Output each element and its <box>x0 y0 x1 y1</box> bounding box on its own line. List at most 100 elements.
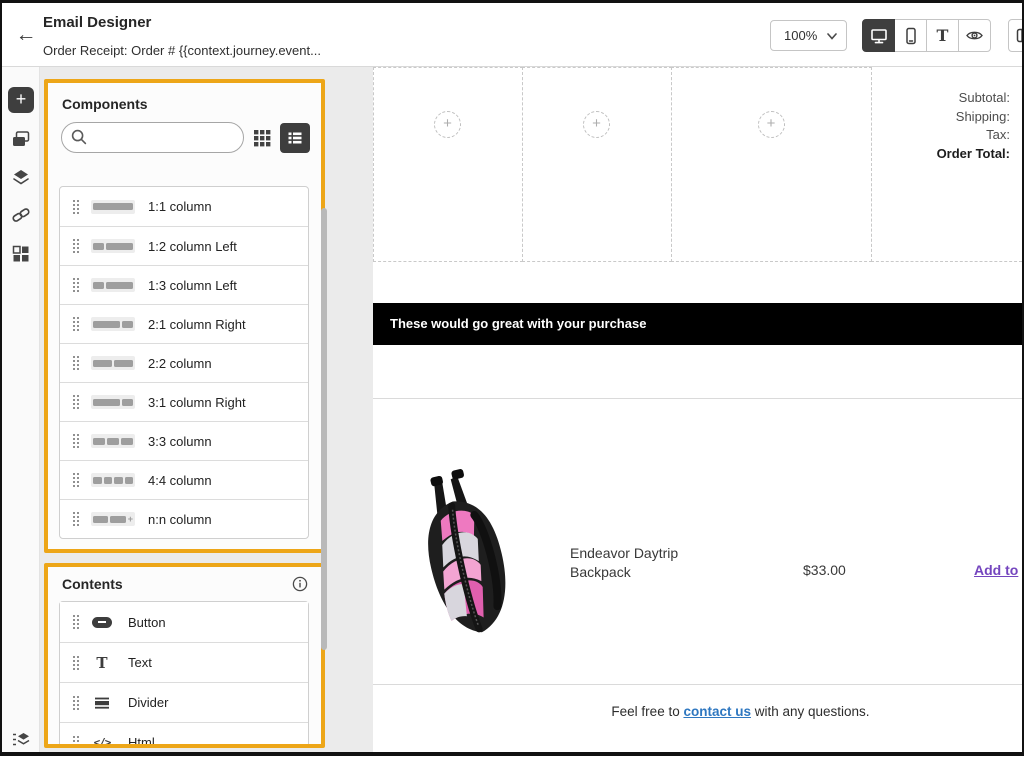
page-title: Email Designer <box>43 14 151 31</box>
drag-handle-icon[interactable] <box>73 696 80 710</box>
component-search <box>61 122 244 153</box>
info-icon[interactable] <box>292 576 308 592</box>
monitor-icon <box>870 27 888 45</box>
contents-panel: Contents Button Text <box>44 563 325 748</box>
order-total-label: Order Total: <box>937 145 1010 164</box>
structure-tree-icon[interactable] <box>11 730 31 750</box>
footer-text: Feel free to contact us with any questio… <box>373 704 1022 719</box>
component-label: 1:3 column Left <box>148 278 237 293</box>
mobile-preview-button[interactable] <box>894 19 927 52</box>
email-canvas: Subtotal: Shipping: Tax: Order Total: Th… <box>373 67 1022 752</box>
component-item-2-1-column-right[interactable]: 2:1 column Right <box>60 304 308 343</box>
column-preview-icon <box>91 434 135 448</box>
content-item-button[interactable]: Button <box>60 602 308 642</box>
layers-icon[interactable] <box>11 167 31 187</box>
column-preview-icon <box>91 317 135 331</box>
column-preview-icon <box>91 473 135 487</box>
drag-handle-icon[interactable] <box>73 434 80 448</box>
left-panel-area: Components 1:1 column 1:2 column Left <box>40 67 373 752</box>
components-list: 1:1 column 1:2 column Left 1:3 column Le… <box>59 186 309 539</box>
drag-handle-icon[interactable] <box>73 512 80 526</box>
component-label: 1:2 column Left <box>148 239 237 254</box>
content-label: Button <box>128 615 166 630</box>
drag-handle-icon[interactable] <box>73 317 80 331</box>
promo-banner[interactable]: These would go great with your purchase <box>373 303 1022 345</box>
zoom-level-value: 100% <box>784 28 817 43</box>
add-to-cart-link[interactable]: Add to <box>974 562 1018 578</box>
footer-prefix: Feel free to <box>611 704 683 719</box>
product-name: Endeavor Daytrip Backpack <box>570 544 740 582</box>
product-price: $33.00 <box>803 562 846 578</box>
preview-mode-group <box>862 19 991 52</box>
component-item-1-2-column-left[interactable]: 1:2 column Left <box>60 226 308 265</box>
component-item-1-1-column[interactable]: 1:1 column <box>60 187 308 226</box>
shipping-label: Shipping: <box>937 108 1010 127</box>
content-item-divider[interactable]: Divider <box>60 682 308 722</box>
add-fragment-icon[interactable] <box>434 111 461 138</box>
component-item-3-1-column-right[interactable]: 3:1 column Right <box>60 382 308 421</box>
contact-us-link[interactable]: contact us <box>683 704 751 719</box>
frame-border <box>0 0 2 756</box>
placeholder-cell[interactable] <box>671 67 872 262</box>
drag-handle-icon[interactable] <box>73 278 80 292</box>
phone-icon <box>902 27 920 45</box>
content-item-html[interactable]: Html <box>60 722 308 748</box>
preview-button[interactable] <box>958 19 991 52</box>
text-icon <box>937 26 949 46</box>
text-version-button[interactable] <box>926 19 959 52</box>
drag-handle-icon[interactable] <box>73 356 80 370</box>
column-preview-icon: + <box>91 512 135 526</box>
component-item-1-3-column-left[interactable]: 1:3 column Left <box>60 265 308 304</box>
html-icon <box>89 736 115 748</box>
product-image[interactable] <box>418 464 515 647</box>
section-divider <box>373 398 1022 399</box>
section-divider <box>373 684 1022 685</box>
drag-handle-icon[interactable] <box>73 200 80 214</box>
left-icon-rail <box>2 67 40 752</box>
assets-icon[interactable] <box>11 129 31 149</box>
list-view-icon <box>286 129 304 147</box>
components-panel-title: Components <box>62 96 148 112</box>
panel-scrollbar[interactable] <box>321 208 327 650</box>
drag-handle-icon[interactable] <box>73 239 80 253</box>
add-fragment-icon[interactable] <box>758 111 785 138</box>
component-search-input[interactable] <box>61 122 244 153</box>
column-preview-icon <box>91 395 135 409</box>
content-blocks-icon[interactable] <box>11 244 31 264</box>
contents-panel-title: Contents <box>62 576 123 592</box>
component-label: 3:1 column Right <box>148 395 246 410</box>
link-icon[interactable] <box>11 205 31 225</box>
order-totals-cell[interactable]: Subtotal: Shipping: Tax: Order Total: <box>871 67 1022 262</box>
desktop-preview-button[interactable] <box>862 19 895 52</box>
chevron-down-icon <box>827 33 837 40</box>
component-item-2-2-column[interactable]: 2:2 column <box>60 343 308 382</box>
contents-list: Button Text Divider Html <box>59 601 309 748</box>
text-icon <box>89 654 115 672</box>
list-view-button[interactable] <box>280 123 310 153</box>
zoom-level-select[interactable]: 100% <box>770 20 847 51</box>
placeholder-cell[interactable] <box>373 67 523 262</box>
email-designer-window: Email Designer Order Receipt: Order # {{… <box>0 0 1024 765</box>
drag-handle-icon[interactable] <box>73 395 80 409</box>
drag-handle-icon[interactable] <box>73 473 80 487</box>
drag-handle-icon[interactable] <box>73 656 80 670</box>
components-panel: Components 1:1 column 1:2 column Left <box>44 79 325 553</box>
component-item-n-n-column[interactable]: + n:n column <box>60 499 308 538</box>
content-item-text[interactable]: Text <box>60 642 308 682</box>
content-label: Html <box>128 735 155 748</box>
drag-handle-icon[interactable] <box>73 615 80 629</box>
column-preview-icon <box>91 239 135 253</box>
content-label: Text <box>128 655 152 670</box>
add-content-button[interactable] <box>8 87 34 113</box>
component-label: 4:4 column <box>148 473 212 488</box>
frame-border <box>0 752 1024 756</box>
component-item-4-4-column[interactable]: 4:4 column <box>60 460 308 499</box>
add-fragment-icon[interactable] <box>583 111 610 138</box>
drag-handle-icon[interactable] <box>73 736 80 749</box>
placeholder-cell[interactable] <box>522 67 672 262</box>
component-label: 2:2 column <box>148 356 212 371</box>
component-label: 1:1 column <box>148 199 212 214</box>
back-arrow-button[interactable] <box>12 21 40 49</box>
grid-view-icon[interactable] <box>252 128 272 148</box>
component-item-3-3-column[interactable]: 3:3 column <box>60 421 308 460</box>
